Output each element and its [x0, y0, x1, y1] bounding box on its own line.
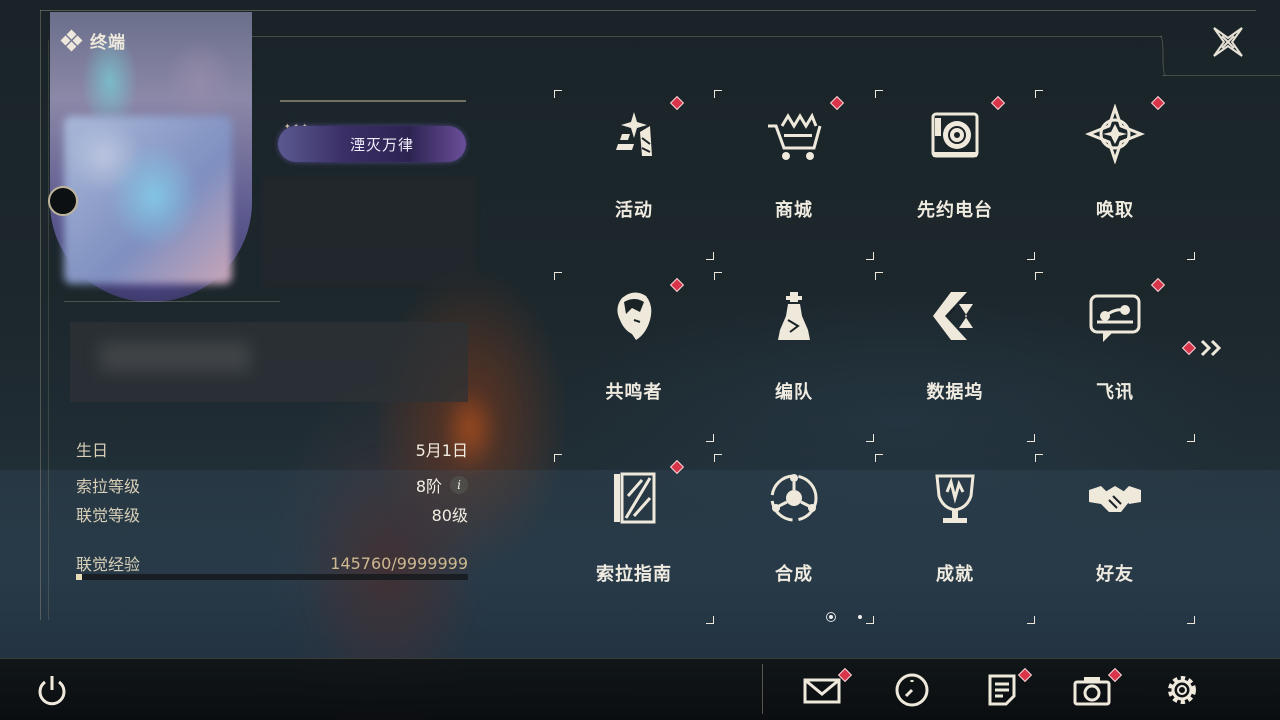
stat-row-sol-rank: 索拉等级 8阶 i — [76, 473, 468, 497]
history-button[interactable] — [892, 670, 932, 710]
notification-dot — [1150, 277, 1166, 293]
menu-item-shop[interactable]: 商城 — [714, 90, 874, 260]
chat-icon — [1089, 294, 1141, 342]
double-chevron-right-icon — [1200, 339, 1222, 357]
page-indicator — [826, 612, 862, 622]
guidebook-icon — [614, 472, 656, 524]
settings-gear-icon — [1168, 676, 1196, 704]
stat-label: 联觉经验 — [76, 555, 141, 574]
exp-progress-bar — [76, 574, 468, 580]
menu-item-radio[interactable]: 先约电台 — [875, 90, 1035, 260]
exp-progress-fill — [76, 574, 82, 580]
stat-value-group: 8阶 i — [416, 473, 468, 497]
mail-icon — [803, 678, 841, 704]
avatar[interactable] — [64, 116, 232, 284]
stat-value: 80级 — [431, 506, 468, 525]
terminal-icon — [60, 29, 83, 51]
stat-row-union-exp: 联觉经验 145760/9999999 — [76, 551, 468, 575]
page-title: 终端 — [60, 28, 126, 53]
convene-icon — [1085, 104, 1145, 164]
menu-item-data-bank[interactable]: 数据坞 — [875, 272, 1035, 442]
menu-label: 索拉指南 — [596, 564, 672, 585]
menu-label: 共鸣者 — [605, 382, 663, 403]
stat-label: 联觉等级 — [76, 506, 141, 525]
menu-label: 成就 — [936, 564, 974, 585]
clock-icon — [895, 673, 929, 707]
stat-row-birthday: 生日 5月1日 — [76, 437, 468, 461]
camera-icon — [1073, 677, 1111, 706]
camera-button[interactable] — [1072, 667, 1123, 710]
notes-icon — [988, 674, 1016, 706]
menu-item-guidebook[interactable]: 索拉指南 — [554, 454, 714, 624]
stat-value: 5月1日 — [415, 441, 468, 460]
frame-line — [40, 10, 41, 620]
stat-label: 生日 — [76, 441, 109, 460]
title-badge[interactable]: 湮灭万律 — [278, 126, 466, 162]
info-icon[interactable]: i — [450, 476, 468, 494]
menu-item-convene[interactable]: 唤取 — [1035, 90, 1195, 260]
close-button[interactable] — [1208, 22, 1248, 62]
radio-icon — [931, 112, 979, 158]
page-dot-active[interactable] — [826, 612, 836, 622]
menu-label: 活动 — [615, 200, 653, 221]
menu-label: 飞讯 — [1096, 382, 1134, 403]
next-page-button[interactable] — [1181, 338, 1224, 358]
notification-dot — [990, 95, 1006, 111]
divider — [64, 301, 280, 302]
event-icon — [616, 112, 652, 156]
divider — [762, 664, 763, 714]
frame-line — [1162, 75, 1280, 76]
menu-label: 唤取 — [1096, 200, 1134, 221]
data-bank-icon — [933, 292, 973, 340]
menu-item-achievements[interactable]: 成就 — [875, 454, 1035, 624]
stat-value: 145760/9999999 — [330, 553, 468, 573]
synthesis-icon — [770, 474, 818, 522]
menu-item-messages[interactable]: 飞讯 — [1035, 272, 1195, 442]
menu-label: 编队 — [775, 382, 813, 403]
handshake-icon — [1089, 486, 1141, 512]
power-icon — [38, 676, 66, 706]
close-icon — [1213, 27, 1243, 57]
player-name-redacted — [262, 176, 476, 288]
notification-dot — [1150, 95, 1166, 111]
title-badge-label: 湮灭万律 — [349, 135, 414, 154]
notification-dot — [669, 459, 685, 475]
stat-label: 索拉等级 — [76, 477, 141, 496]
page-title-text: 终端 — [90, 33, 126, 53]
menu-item-events[interactable]: 活动 — [554, 90, 714, 260]
frame-line — [48, 40, 49, 620]
page-dot[interactable] — [858, 615, 862, 619]
mail-button[interactable] — [802, 667, 853, 710]
notes-button[interactable] — [982, 667, 1033, 710]
signature-redacted[interactable] — [70, 322, 468, 402]
team-chess-icon — [778, 292, 810, 340]
power-button[interactable] — [32, 670, 72, 710]
notification-dot — [1181, 340, 1197, 356]
menu-item-synthesis[interactable]: 合成 — [714, 454, 874, 624]
menu-label: 先约电台 — [917, 200, 993, 221]
frame-curve — [1160, 36, 1166, 76]
shop-cart-icon — [768, 112, 822, 160]
notification-dot — [829, 95, 845, 111]
menu-item-friends[interactable]: 好友 — [1035, 454, 1195, 624]
frame-line — [40, 10, 1256, 11]
resonator-icon — [617, 292, 652, 340]
menu-item-team[interactable]: 编队 — [714, 272, 874, 442]
menu-label: 商城 — [775, 200, 813, 221]
trophy-icon — [935, 474, 975, 523]
stat-value: 8阶 — [415, 477, 442, 496]
frame-line — [250, 36, 1162, 37]
notification-dot — [669, 95, 685, 111]
menu-item-resonators[interactable]: 共鸣者 — [554, 272, 714, 442]
notification-dot — [669, 277, 685, 293]
settings-button[interactable] — [1162, 670, 1202, 710]
stat-row-union-level: 联觉等级 80级 — [76, 502, 468, 526]
menu-label: 合成 — [775, 564, 813, 585]
menu-label: 好友 — [1096, 564, 1134, 585]
name-underline — [280, 100, 466, 102]
avatar-frame-icon — [48, 186, 78, 216]
menu-label: 数据坞 — [926, 382, 984, 403]
